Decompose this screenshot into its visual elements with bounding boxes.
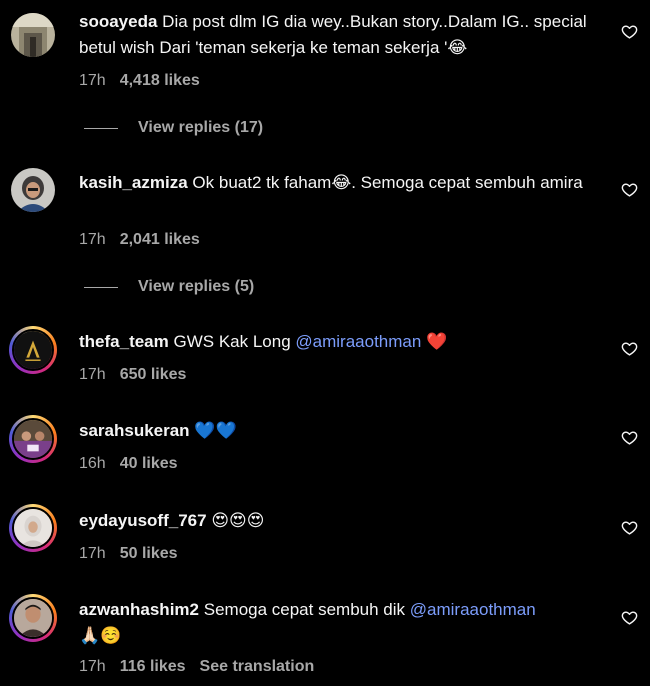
see-translation-link[interactable]: See translation — [200, 658, 315, 675]
comment-text: sooayeda Dia post dlm IG dia wey..Bukan … — [79, 9, 609, 61]
comment-emoji: ❤️ — [426, 332, 448, 351]
comment-time: 17h — [79, 545, 106, 562]
comment-meta: 17h 4,418 likes — [79, 72, 200, 90]
heart-outline-icon[interactable] — [621, 429, 638, 446]
comment-time: 17h — [79, 366, 106, 383]
avatar[interactable] — [9, 594, 57, 642]
avatar[interactable] — [11, 13, 55, 57]
replies-divider — [84, 286, 118, 288]
comment-body: Ok buat2 tk faham😂. Semoga cepat sembuh … — [192, 173, 583, 192]
comment-meta: 17h 2,041 likes — [79, 231, 200, 249]
comment-username[interactable]: azwanhashim2 — [79, 600, 199, 619]
comment-time: 17h — [79, 658, 106, 675]
heart-outline-icon[interactable] — [621, 609, 638, 626]
view-replies-button[interactable]: View replies (5) — [84, 277, 254, 297]
comment-body: Semoga cepat sembuh dik — [203, 600, 406, 619]
comment-text: sarahsukeran 💙💙 — [79, 418, 609, 444]
comment-meta: 16h 40 likes — [79, 455, 178, 473]
view-replies-label: View replies (17) — [138, 119, 264, 136]
comment-meta: 17h 50 likes — [79, 545, 178, 563]
comment-body: GWS Kak Long — [173, 332, 291, 351]
comment-time: 17h — [79, 72, 106, 89]
comment-meta: 17h 116 likes See translation — [79, 658, 314, 676]
comment-username[interactable]: kasih_azmiza — [79, 173, 188, 192]
comment-likes[interactable]: 650 likes — [120, 366, 187, 383]
avatar[interactable] — [9, 415, 57, 463]
comment-likes[interactable]: 50 likes — [120, 545, 178, 562]
avatar[interactable] — [9, 504, 57, 552]
comment-likes[interactable]: 4,418 likes — [120, 72, 200, 89]
comment-likes[interactable]: 40 likes — [120, 455, 178, 472]
replies-divider — [84, 127, 118, 129]
comment-username[interactable]: thefa_team — [79, 332, 169, 351]
comment-time: 16h — [79, 455, 106, 472]
comment-text: kasih_azmiza Ok buat2 tk faham😂. Semoga … — [79, 170, 609, 196]
heart-outline-icon[interactable] — [621, 340, 638, 357]
heart-outline-icon[interactable] — [621, 519, 638, 536]
comment-username[interactable]: eydayusoff_767 — [79, 511, 207, 530]
comment-likes[interactable]: 116 likes — [120, 658, 186, 675]
avatar[interactable] — [11, 168, 55, 212]
comment-username[interactable]: sooayeda — [79, 12, 157, 31]
comment-likes[interactable]: 2,041 likes — [120, 231, 200, 248]
view-replies-label: View replies (5) — [138, 278, 255, 295]
view-replies-button[interactable]: View replies (17) — [84, 118, 263, 138]
avatar[interactable] — [9, 326, 57, 374]
comment-body: 😍😍😍 — [211, 511, 265, 530]
comment-time: 17h — [79, 231, 106, 248]
comment-body: 💙💙 — [194, 421, 237, 440]
heart-outline-icon[interactable] — [621, 181, 638, 198]
comment-emoji: 🙏🏻☺️ — [79, 626, 122, 645]
comment-mention[interactable]: @amiraaothman — [410, 600, 536, 619]
heart-outline-icon[interactable] — [621, 23, 638, 40]
comment-text: thefa_team GWS Kak Long @amiraaothman ❤️ — [79, 329, 609, 355]
comment-mention[interactable]: @amiraaothman — [295, 332, 421, 351]
comment-text: eydayusoff_767 😍😍😍 — [79, 508, 609, 534]
comment-text: azwanhashim2 Semoga cepat sembuh dik @am… — [79, 597, 609, 649]
comment-username[interactable]: sarahsukeran — [79, 421, 190, 440]
comment-meta: 17h 650 likes — [79, 366, 186, 384]
